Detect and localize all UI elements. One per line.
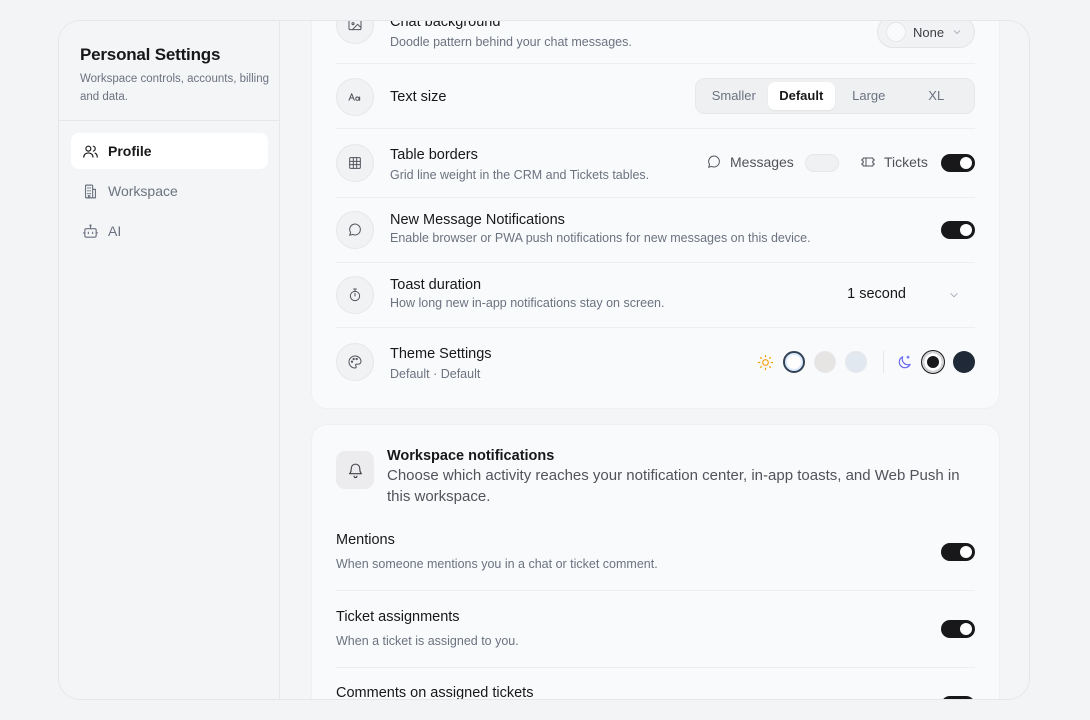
- tickets-border-option: Tickets: [860, 154, 928, 170]
- message-circle-icon: [708, 155, 720, 168]
- palette-icon: [336, 343, 374, 381]
- text-size-icon: [336, 78, 374, 116]
- theme-settings-row: Theme Settings Default · Default: [336, 328, 975, 398]
- chevron-down-icon: [953, 30, 961, 35]
- text-size-option-large[interactable]: Large: [835, 82, 903, 110]
- messages-border-option: Messages: [706, 154, 794, 170]
- toast-duration-title: Toast duration: [390, 277, 482, 293]
- appearance-card: Chat background Doodle pattern behind yo…: [311, 21, 1000, 409]
- light-theme-stone-swatch[interactable]: [814, 351, 836, 373]
- text-size-option-default[interactable]: Default: [767, 82, 835, 110]
- table-borders-row: Table borders Grid line weight in the CR…: [336, 129, 975, 198]
- text-size-option-xl[interactable]: XL: [903, 82, 971, 110]
- image-icon: [336, 21, 374, 44]
- sidebar-item-label: AI: [108, 223, 122, 239]
- chat-background-title: Chat background: [390, 21, 501, 30]
- sidebar-item-workspace[interactable]: Workspace: [71, 173, 268, 209]
- toast-duration-description: How long new in-app notifications stay o…: [390, 296, 665, 310]
- mentions-toggle[interactable]: [941, 543, 975, 561]
- new-message-notifications-toggle[interactable]: [941, 221, 975, 239]
- notification-ticket-assignments-row: Ticket assignments When a ticket is assi…: [336, 591, 975, 668]
- main-content: Chat background Doodle pattern behind yo…: [280, 21, 1029, 699]
- table-icon: [336, 144, 374, 182]
- chat-background-select[interactable]: None: [877, 21, 975, 48]
- theme-swatches: [757, 351, 975, 373]
- message-circle-icon: [336, 211, 374, 249]
- messages-borders-toggle[interactable]: [805, 154, 839, 172]
- table-borders-description: Grid line weight in the CRM and Tickets …: [390, 168, 650, 182]
- notification-item-description: When a ticket is assigned to you.: [336, 634, 519, 648]
- toast-duration-select[interactable]: 1 second: [847, 286, 906, 302]
- users-icon: [83, 145, 98, 158]
- theme-divider: [883, 351, 884, 373]
- sidebar-item-ai[interactable]: AI: [71, 213, 268, 249]
- settings-window: Personal Settings Workspace controls, ac…: [58, 20, 1030, 700]
- ticket-assignments-toggle[interactable]: [941, 620, 975, 638]
- text-size-segmented-control: Smaller Default Large XL: [695, 78, 975, 114]
- text-size-row: Text size Smaller Default Large XL: [336, 64, 975, 129]
- new-message-notifications-description: Enable browser or PWA push notifications…: [390, 231, 811, 245]
- comments-on-assigned-tickets-toggle[interactable]: [941, 696, 975, 699]
- workspace-notifications-description: Choose which activity reaches your notif…: [387, 467, 960, 505]
- text-size-title: Text size: [390, 89, 447, 105]
- workspace-notifications-title: Workspace notifications: [387, 448, 555, 464]
- text-size-option-smaller[interactable]: Smaller: [700, 82, 768, 110]
- light-theme-slate-swatch[interactable]: [845, 351, 867, 373]
- ticket-icon: [861, 157, 875, 167]
- new-message-notifications-row: New Message Notifications Enable browser…: [336, 198, 975, 263]
- bell-icon: [336, 451, 374, 489]
- chevron-down-icon[interactable]: [947, 288, 961, 302]
- sidebar-item-label: Workspace: [108, 183, 178, 199]
- dark-theme-slate-swatch[interactable]: [953, 351, 975, 373]
- notification-comments-row: Comments on assigned tickets: [336, 668, 975, 699]
- chat-background-value: None: [913, 24, 945, 40]
- notification-mentions-row: Mentions When someone mentions you in a …: [336, 519, 975, 591]
- sidebar: Personal Settings Workspace controls, ac…: [59, 21, 280, 699]
- table-borders-title: Table borders: [390, 147, 478, 163]
- notification-item-title: Mentions: [336, 532, 395, 548]
- timer-icon: [336, 276, 374, 314]
- messages-label: Messages: [730, 154, 794, 170]
- tickets-borders-toggle[interactable]: [941, 154, 975, 172]
- sidebar-divider: [59, 120, 280, 121]
- light-theme-white-swatch[interactable]: [783, 351, 805, 373]
- bot-icon: [82, 223, 99, 238]
- chat-background-description: Doodle pattern behind your chat messages…: [390, 35, 632, 49]
- dark-theme-black-swatch[interactable]: [922, 351, 944, 373]
- background-swatch: [886, 22, 906, 42]
- sidebar-title: Personal Settings: [80, 45, 221, 64]
- chat-background-row: Chat background Doodle pattern behind yo…: [336, 21, 975, 64]
- sun-icon: [757, 354, 774, 370]
- theme-settings-title: Theme Settings: [390, 346, 492, 362]
- notification-item-description: When someone mentions you in a chat or t…: [336, 557, 658, 571]
- building-icon: [84, 184, 97, 198]
- notification-item-title: Comments on assigned tickets: [336, 685, 534, 699]
- new-message-notifications-title: New Message Notifications: [390, 212, 565, 228]
- notification-item-title: Ticket assignments: [336, 609, 460, 625]
- sidebar-item-profile[interactable]: Profile: [71, 133, 268, 169]
- tickets-label: Tickets: [884, 154, 928, 170]
- workspace-notifications-card: Workspace notifications Choose which act…: [311, 424, 1000, 699]
- sidebar-item-label: Profile: [108, 143, 152, 159]
- sidebar-subtitle: Workspace controls, accounts, billing an…: [80, 73, 269, 103]
- toast-duration-row: Toast duration How long new in-app notif…: [336, 263, 975, 328]
- moon-icon: [898, 355, 911, 368]
- theme-settings-description: Default · Default: [390, 367, 481, 381]
